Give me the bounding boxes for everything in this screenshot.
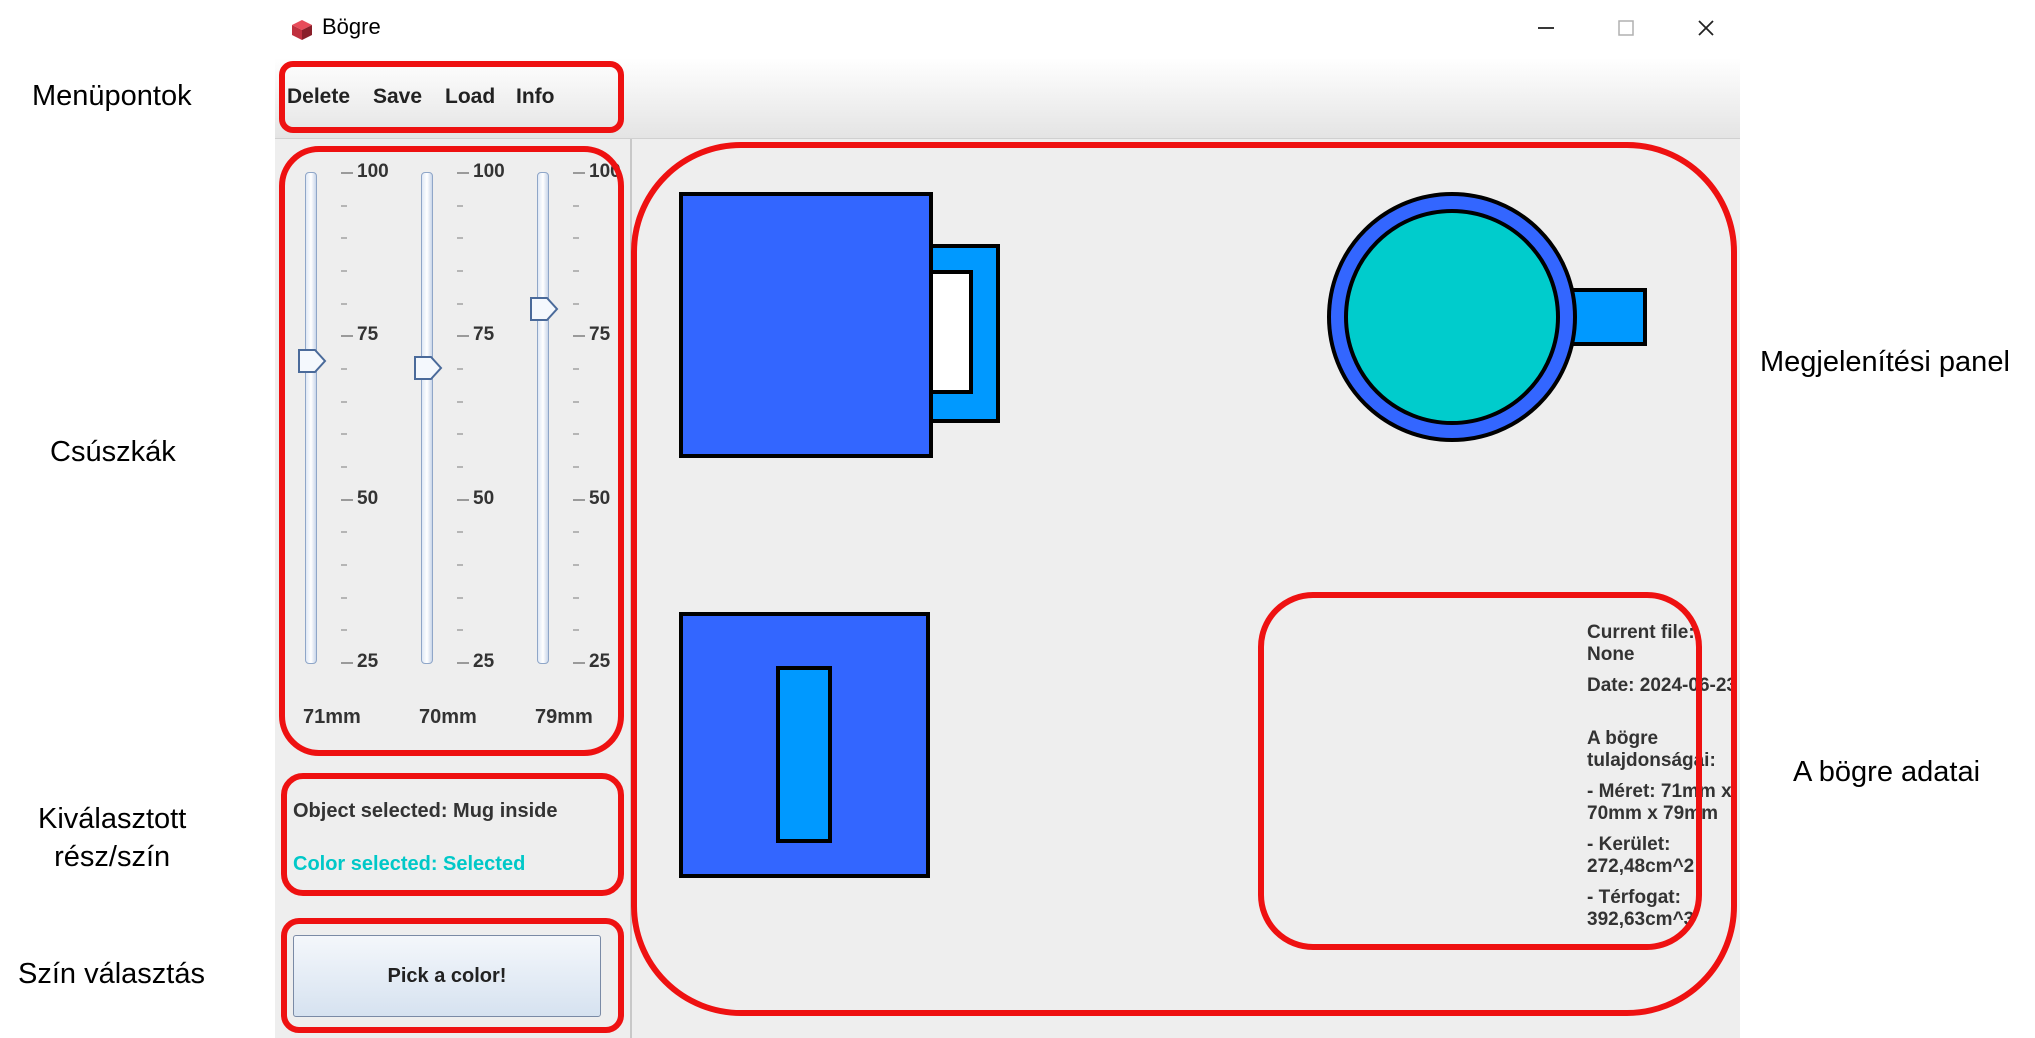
highlight-selection <box>281 773 624 896</box>
highlight-sliders <box>279 146 624 756</box>
highlight-pick-color <box>281 918 624 1033</box>
annotation-selected: Kiválasztott rész/szín <box>38 800 186 876</box>
annotation-display-panel: Megjelenítési panel <box>1760 346 2010 378</box>
highlight-mug-data <box>1258 592 1702 950</box>
annotation-selected-line2: rész/szín <box>54 841 171 873</box>
highlight-menu <box>279 61 624 133</box>
annotation-mug-data: A bögre adatai <box>1793 756 1981 788</box>
annotation-sliders: Csúszkák <box>50 436 176 468</box>
annotation-color-pick: Szín választás <box>18 958 205 990</box>
annotation-menu: Menüpontok <box>32 80 192 112</box>
annotation-selected-line1: Kiválasztott <box>38 803 187 835</box>
